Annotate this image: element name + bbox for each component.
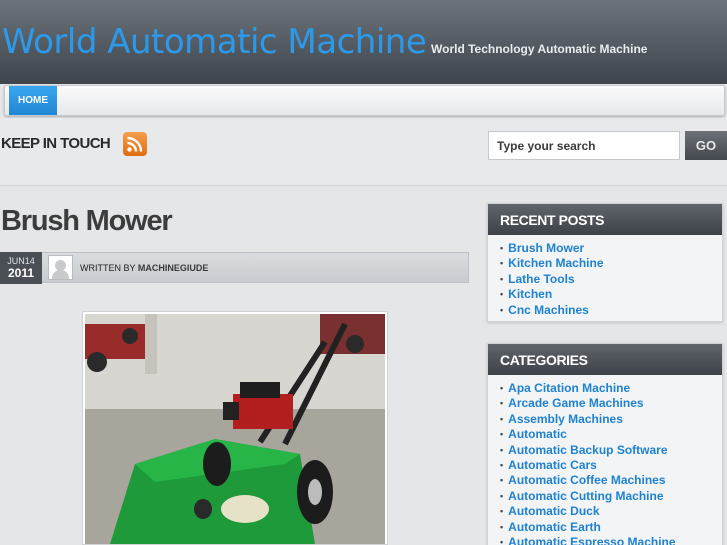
- category-link[interactable]: Assembly Machines: [500, 412, 722, 427]
- written-by-label: WRITTEN BY: [80, 263, 136, 273]
- avatar-body-icon: [52, 270, 69, 279]
- author-avatar: [48, 255, 73, 280]
- recent-posts-title: RECENT POSTS: [488, 204, 722, 235]
- main-nav: HOME: [4, 85, 725, 116]
- post-date-month-day: JUN14: [7, 256, 35, 266]
- categories-title: CATEGORIES: [488, 344, 722, 375]
- categories-list: Apa Citation Machine Arcade Game Machine…: [488, 375, 722, 545]
- post-title[interactable]: Brush Mower: [1, 205, 173, 238]
- category-link[interactable]: Apa Citation Machine: [500, 381, 722, 396]
- category-link[interactable]: Automatic Duck: [500, 504, 722, 519]
- category-link[interactable]: Automatic: [500, 427, 722, 442]
- site-header: World Automatic Machine World Technology…: [0, 0, 727, 84]
- rss-icon[interactable]: [123, 132, 147, 156]
- category-link[interactable]: Automatic Cutting Machine: [500, 489, 722, 504]
- site-title[interactable]: World Automatic Machine: [2, 22, 427, 62]
- keep-in-touch-label: KEEP IN TOUCH: [1, 135, 111, 152]
- nav-item-home[interactable]: HOME: [9, 86, 57, 115]
- post-author-line: WRITTEN BY MACHINEGIUDE: [80, 263, 208, 273]
- category-link[interactable]: Automatic Earth: [500, 520, 722, 535]
- site-tagline: World Technology Automatic Machine: [431, 42, 648, 56]
- post-date-badge: JUN14 2011: [0, 252, 42, 284]
- recent-posts-list: Brush Mower Kitchen Machine Lathe Tools …: [488, 235, 722, 318]
- category-link[interactable]: Automatic Backup Software: [500, 443, 722, 458]
- recent-post-link[interactable]: Cnc Machines: [500, 303, 722, 318]
- recent-posts-widget: RECENT POSTS Brush Mower Kitchen Machine…: [487, 203, 723, 322]
- recent-post-link[interactable]: Kitchen: [500, 287, 722, 302]
- recent-post-link[interactable]: Brush Mower: [500, 241, 722, 256]
- category-link[interactable]: Automatic Coffee Machines: [500, 473, 722, 488]
- post-author[interactable]: MACHINEGIUDE: [138, 263, 209, 273]
- category-link[interactable]: Automatic Cars: [500, 458, 722, 473]
- post-date-year: 2011: [7, 266, 35, 280]
- brush-mower-photo: [82, 311, 388, 545]
- category-link[interactable]: Automatic Espresso Machine: [500, 535, 722, 545]
- search-input[interactable]: [488, 131, 680, 160]
- recent-post-link[interactable]: Lathe Tools: [500, 272, 722, 287]
- recent-post-link[interactable]: Kitchen Machine: [500, 256, 722, 271]
- categories-widget: CATEGORIES Apa Citation Machine Arcade G…: [487, 343, 723, 545]
- category-link[interactable]: Arcade Game Machines: [500, 396, 722, 411]
- search-go-button[interactable]: GO: [685, 131, 727, 160]
